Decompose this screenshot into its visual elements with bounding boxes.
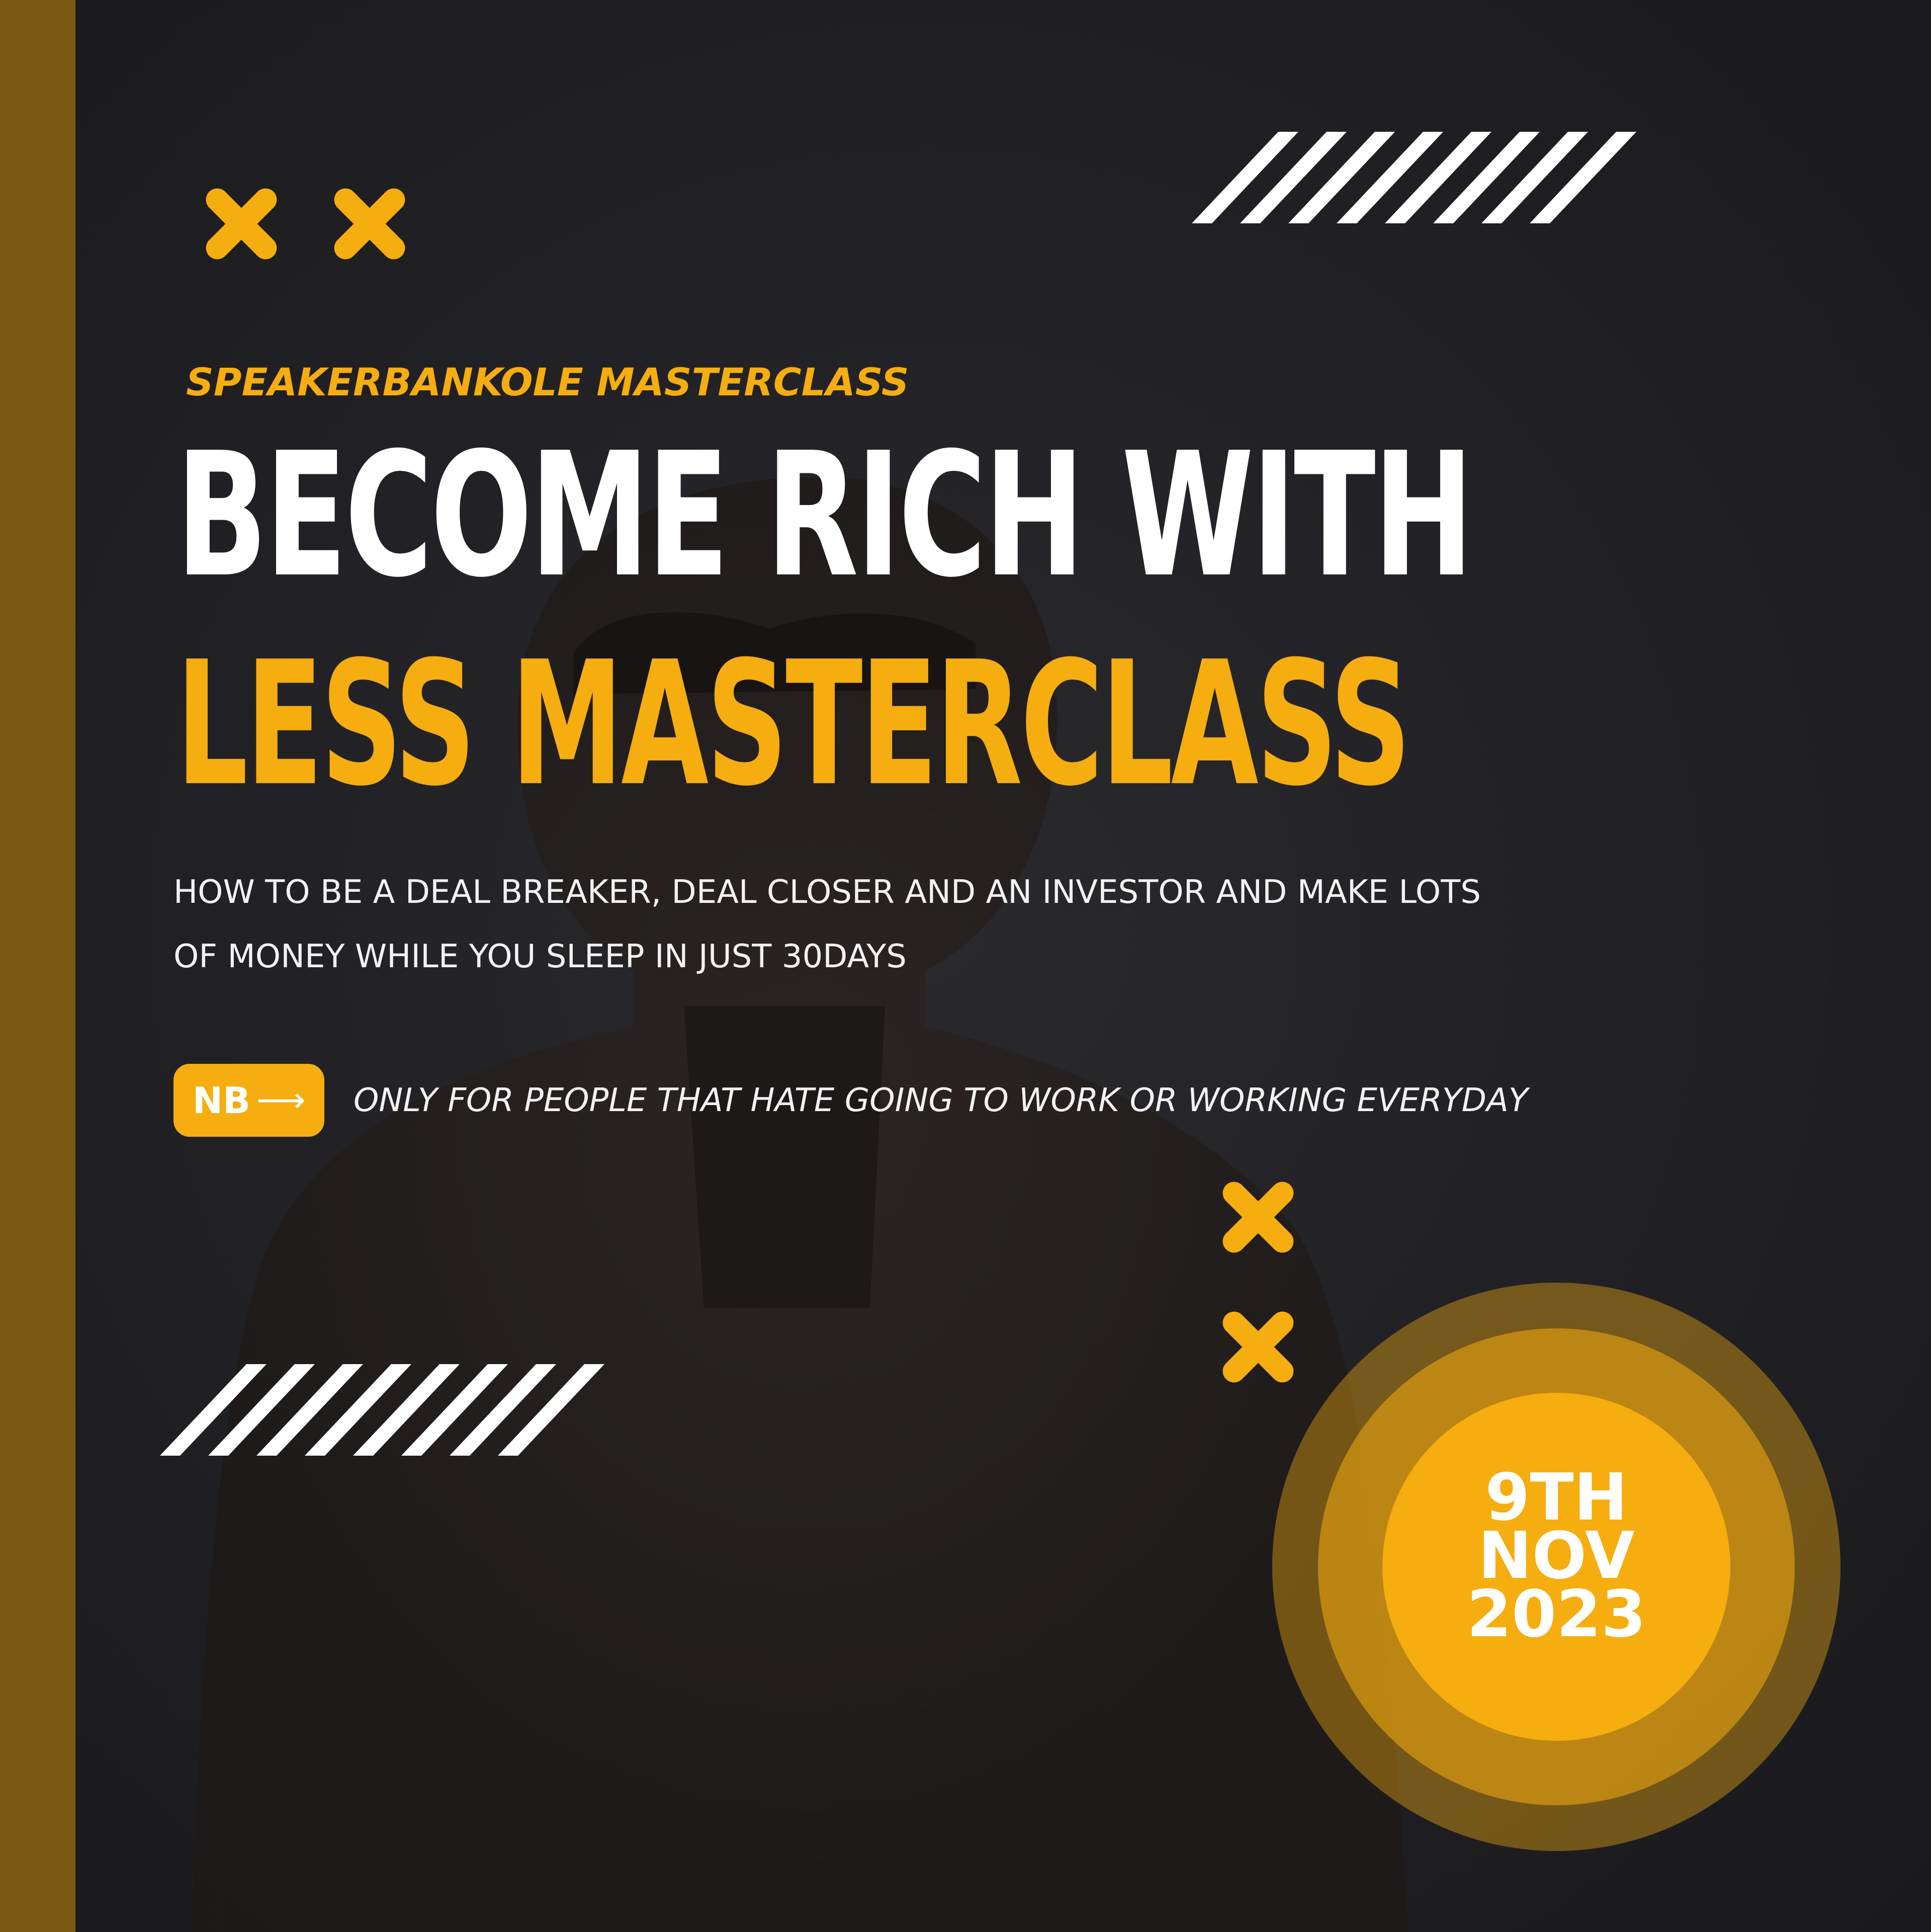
description-line-2: OF MONEY WHILE YOU SLEEP IN JUST 30DAYS	[173, 938, 907, 975]
series-name: SPEAKERBANKOLE MASTERCLASS	[186, 360, 909, 404]
nb-badge: NB ⟶	[173, 1064, 324, 1137]
nb-label: NB	[192, 1079, 250, 1122]
x-mark-icon	[1222, 1182, 1294, 1253]
stripes-icon	[160, 1364, 604, 1456]
headline-line-1: BECOME RICH WITH	[176, 416, 1474, 615]
event-poster: SPEAKERBANKOLE MASTERCLASS BECOME RICH W…	[0, 0, 1931, 1932]
x-mark-icon	[334, 188, 405, 260]
description-line-1: HOW TO BE A DEAL BREAKER, DEAL CLOSER AN…	[173, 874, 1481, 911]
side-accent-bar	[0, 0, 75, 1932]
nb-note: ONLY FOR PEOPLE THAT HATE GOING TO WORK …	[354, 1082, 1528, 1119]
date-year: 2023	[1466, 1577, 1646, 1652]
headline-line-2: LESS MASTERCLASS	[176, 625, 1411, 824]
event-description: HOW TO BE A DEAL BREAKER, DEAL CLOSER AN…	[173, 860, 1481, 989]
arrow-right-icon: ⟶	[256, 1080, 306, 1120]
event-date: 9TH NOV 2023	[1383, 1466, 1730, 1652]
x-mark-icon	[206, 188, 277, 260]
stripes-icon	[1192, 132, 1636, 223]
